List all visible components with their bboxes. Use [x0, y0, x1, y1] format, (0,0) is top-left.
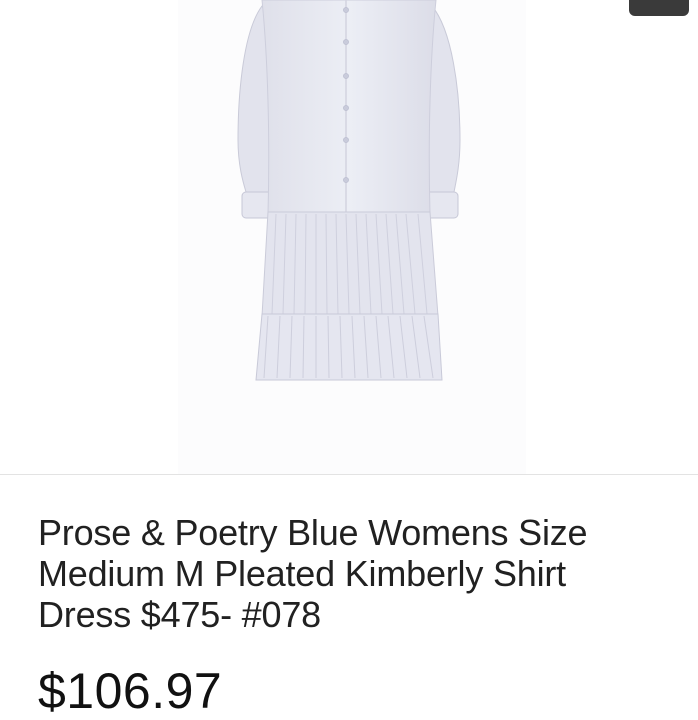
product-image[interactable] [0, 0, 698, 474]
divider [0, 474, 698, 475]
dress-photo-icon [178, 0, 526, 474]
product-title: Prose & Poetry Blue Womens Size Medium M… [38, 512, 588, 635]
more-options-button[interactable] [629, 0, 689, 16]
product-price: $106.97 [38, 663, 223, 719]
